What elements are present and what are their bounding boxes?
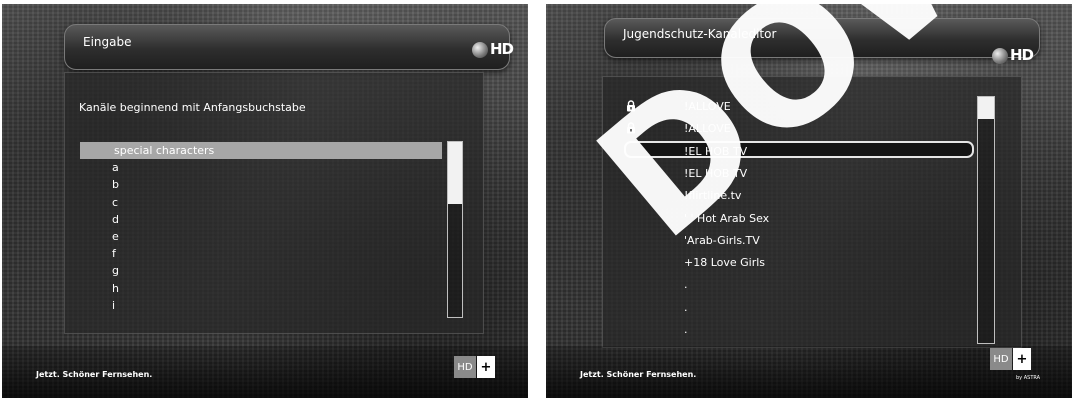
left-tv-screen: Eingabe HD Kanäle beginnend mit Anfangsb…: [2, 4, 528, 398]
astra-caption: by ASTRA: [1016, 375, 1041, 381]
channel-list-item[interactable]: .: [684, 276, 688, 293]
hd-badge: HD: [990, 348, 1012, 370]
satellite-ball-icon: [992, 47, 1008, 64]
hd-badge: HD: [454, 356, 476, 378]
hdplus-badge: HD +: [990, 348, 1031, 370]
content-panel: [602, 76, 1022, 348]
title-bar: Eingabe: [64, 24, 510, 70]
channel-logo: HD: [992, 46, 1034, 64]
channel-list-item[interactable]: !EL HOB TV: [684, 143, 747, 160]
plus-badge: +: [1013, 348, 1031, 370]
channel-list-item[interactable]: .: [684, 299, 688, 316]
focused-row-highlight: [624, 141, 974, 158]
list-heading: Kanäle beginnend mit Anfangsbuchstabe: [79, 101, 306, 114]
channel-logo: HD: [472, 40, 514, 58]
scrollbar-thumb[interactable]: [448, 142, 462, 204]
list-item[interactable]: c: [112, 194, 118, 211]
lock-icon: [627, 122, 635, 134]
channel-list-item[interactable]: +18 Love Girls: [684, 254, 765, 271]
list-item[interactable]: b: [112, 176, 119, 193]
window-title: Jugendschutz-Kanaleditor: [623, 27, 777, 41]
scrollbar[interactable]: [447, 141, 463, 318]
channel-list-item[interactable]: !flirtline.tv: [684, 187, 741, 204]
channel-list-item[interactable]: !EL HOB TV: [684, 165, 747, 182]
hdplus-badge: HD +: [454, 356, 495, 378]
scrollbar-thumb[interactable]: [978, 97, 994, 119]
channel-list-item[interactable]: ' ' Hot Arab Sex: [684, 210, 769, 227]
scrollbar[interactable]: [977, 96, 995, 344]
lock-icon: [627, 100, 635, 112]
list-item[interactable]: i: [112, 297, 115, 314]
channel-list-item[interactable]: 'Arab-Girls.TV: [684, 232, 760, 249]
channel-list-item[interactable]: .: [684, 321, 688, 338]
right-tv-screen: Jugendschutz-Kanaleditor HD Jetzt. Schön…: [546, 4, 1072, 398]
title-bar: Jugendschutz-Kanaleditor: [604, 18, 1040, 58]
satellite-ball-icon: [472, 41, 488, 58]
list-item[interactable]: f: [112, 245, 116, 262]
channel-list-item[interactable]: !ALLOVE: [684, 120, 731, 137]
window-title: Eingabe: [83, 35, 132, 49]
list-item[interactable]: d: [112, 211, 119, 228]
list-item[interactable]: h: [112, 280, 119, 297]
list-item[interactable]: special characters: [114, 142, 214, 159]
list-item[interactable]: g: [112, 262, 119, 279]
list-item[interactable]: e: [112, 228, 119, 245]
plus-badge: +: [477, 356, 495, 378]
list-item[interactable]: a: [112, 159, 119, 176]
footer-slogan: Jetzt. Schöner Fernsehen.: [580, 370, 697, 379]
footer-slogan: Jetzt. Schöner Fernsehen.: [36, 370, 153, 379]
channel-list-item[interactable]: !ALLOVE: [684, 98, 731, 115]
